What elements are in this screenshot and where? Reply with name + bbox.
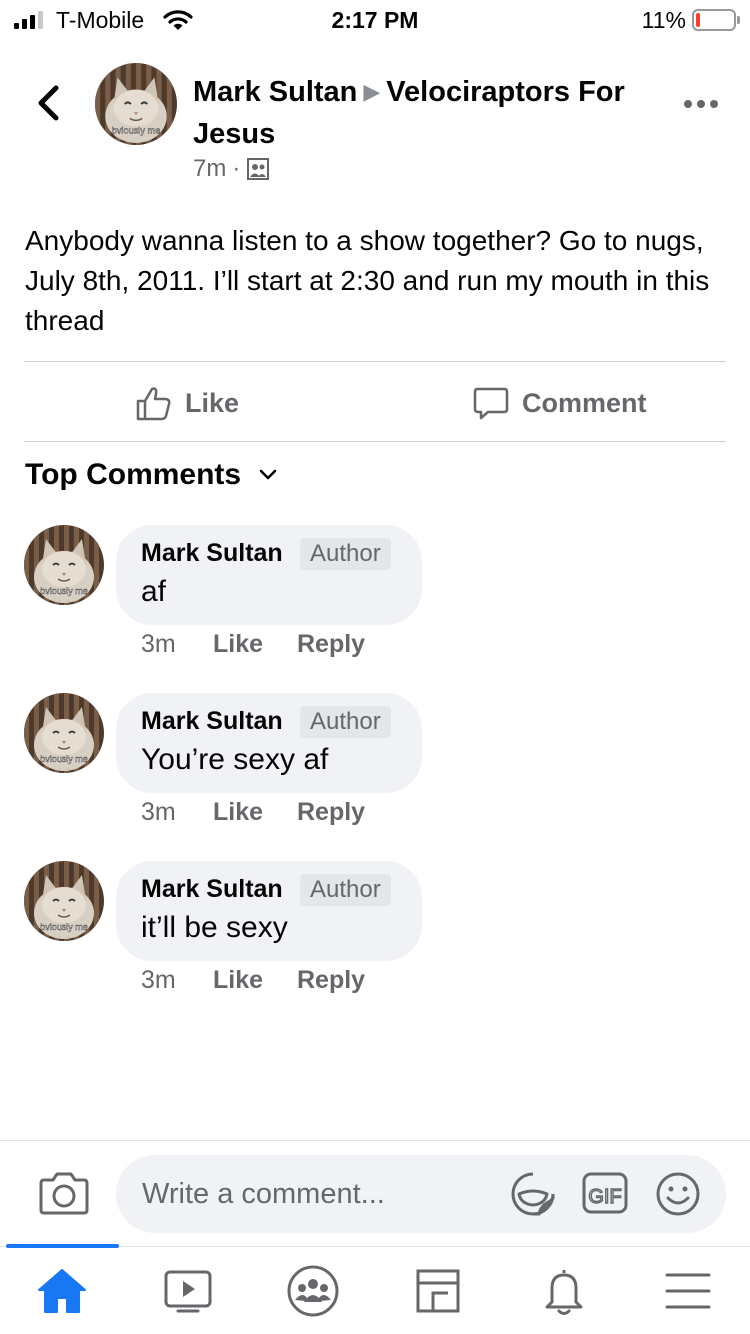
comment-reply-button[interactable]: Reply (297, 966, 365, 995)
comment-time[interactable]: 3m (141, 798, 213, 827)
battery-icon (692, 9, 740, 31)
comment: bviously me Mark Sultan Author it’ll be … (0, 861, 750, 1011)
author-badge: Author (300, 874, 391, 906)
clock: 2:17 PM (331, 7, 419, 33)
avatar[interactable]: bviously me (24, 693, 104, 773)
avatar[interactable]: bviously me (24, 861, 104, 941)
comment-like-button[interactable]: Like (213, 630, 297, 659)
avatar-caption: bviously me (40, 754, 88, 764)
comment-text: it’ll be sexy (141, 911, 288, 944)
comment-reply-button[interactable]: Reply (297, 630, 365, 659)
comment-bubble[interactable]: Mark Sultan Author af (116, 525, 422, 625)
battery-percent: 11% (641, 7, 686, 33)
comment-author[interactable]: Mark Sultan (141, 539, 283, 568)
menu-icon (665, 1273, 711, 1309)
author-badge: Author (300, 706, 391, 738)
avatar-caption: bviously me (112, 126, 161, 136)
divider (24, 441, 726, 442)
comment-bubble[interactable]: Mark Sultan Author it’ll be sexy (116, 861, 422, 961)
comment-author[interactable]: Mark Sultan (141, 875, 283, 904)
post-meta: 7m · (193, 155, 270, 183)
comment-actions: 3m Like Reply (141, 798, 365, 827)
comment-time[interactable]: 3m (141, 966, 213, 995)
comments-sort-dropdown[interactable]: Top Comments (25, 458, 277, 492)
comment-text: You’re sexy af (141, 743, 329, 776)
like-label: Like (185, 387, 240, 418)
chevron-left-icon (38, 85, 59, 121)
avatar[interactable]: bviously me (24, 525, 104, 605)
post-text: Anybody wanna listen to a show together?… (25, 225, 710, 336)
tab-menu[interactable] (660, 1263, 716, 1319)
group-privacy-icon (247, 158, 270, 180)
divider (24, 361, 726, 362)
gif-button[interactable]: GIF (581, 1170, 629, 1218)
avatar-caption: bviously me (40, 586, 88, 596)
comment-label: Comment (522, 387, 647, 418)
watch-icon (164, 1270, 212, 1313)
comment-button[interactable]: Comment (472, 380, 647, 426)
like-button[interactable]: Like (135, 380, 239, 426)
groups-icon (287, 1265, 339, 1317)
comment: bviously me Mark Sultan Author af 3m Lik… (0, 525, 750, 675)
comment-input[interactable] (116, 1155, 726, 1233)
comments-sort-label: Top Comments (25, 458, 242, 491)
more-options-icon[interactable] (684, 96, 720, 112)
triangle-right-icon: ▶ (363, 79, 381, 104)
battery-level (696, 13, 700, 27)
chevron-down-icon (259, 469, 277, 480)
notifications-icon (545, 1270, 583, 1315)
post-header-names: Mark Sultan ▶ Velociraptors For Jesus (193, 72, 663, 154)
tab-notifications[interactable] (536, 1263, 592, 1319)
status-bar: T-Mobile 2:17 PM 11% (0, 0, 750, 40)
gif-icon: GIF (582, 1172, 628, 1214)
emoji-icon[interactable] (654, 1170, 702, 1218)
comment-bubble[interactable]: Mark Sultan Author You’re sexy af (116, 693, 422, 793)
post-author[interactable]: Mark Sultan (193, 76, 357, 108)
comment-bubble-icon (473, 387, 509, 420)
comment-reply-button[interactable]: Reply (297, 798, 365, 827)
meta-separator: · (232, 155, 241, 182)
avatar[interactable]: bviously me (95, 63, 177, 145)
author-badge: Author (300, 538, 391, 570)
comment: bviously me Mark Sultan Author You’re se… (0, 693, 750, 843)
comment-text: af (141, 575, 167, 608)
comment-like-button[interactable]: Like (213, 966, 297, 995)
active-tab-indicator (6, 1244, 119, 1248)
composer-divider (0, 1140, 750, 1141)
svg-text:GIF: GIF (588, 1186, 621, 1208)
comment-actions: 3m Like Reply (141, 630, 365, 659)
tab-pages[interactable] (410, 1263, 466, 1319)
comment-time[interactable]: 3m (141, 630, 213, 659)
camera-icon (39, 1172, 89, 1215)
tab-bar (0, 1244, 750, 1334)
avatar-caption: bviously me (40, 922, 88, 932)
post-time[interactable]: 7m (193, 155, 226, 183)
back-button[interactable] (30, 82, 66, 124)
sticker-icon[interactable] (509, 1170, 557, 1218)
tab-home[interactable] (34, 1263, 90, 1319)
comment-like-button[interactable]: Like (213, 798, 297, 827)
tab-watch[interactable] (160, 1263, 216, 1319)
thumbs-up-icon (136, 387, 171, 421)
pages-icon (416, 1269, 460, 1313)
comment-author[interactable]: Mark Sultan (141, 707, 283, 736)
home-icon (38, 1269, 86, 1313)
camera-button[interactable] (38, 1170, 90, 1216)
tab-groups[interactable] (285, 1263, 341, 1319)
comment-actions: 3m Like Reply (141, 966, 365, 995)
